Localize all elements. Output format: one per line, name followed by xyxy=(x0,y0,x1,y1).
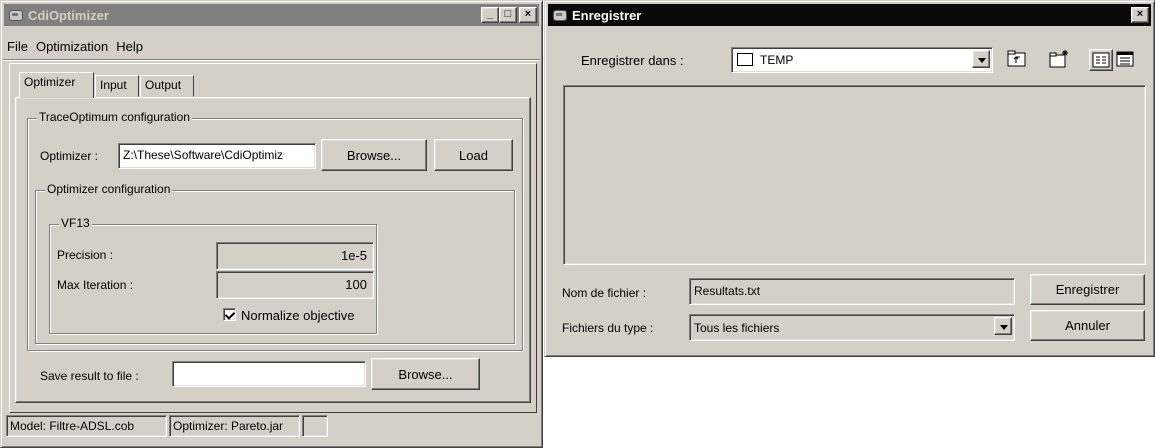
save-result-browse-button[interactable]: Browse... xyxy=(371,358,480,390)
trace-optimum-group-title: TraceOptimum configuration xyxy=(37,110,192,124)
app-icon xyxy=(7,7,24,23)
folder-icon xyxy=(737,53,753,66)
save-in-combo[interactable]: TEMP xyxy=(731,47,993,73)
dialog-title: Enregistrer xyxy=(572,7,642,23)
minimize-button[interactable]: _ xyxy=(481,7,499,23)
normalize-objective-checkbox[interactable] xyxy=(223,308,236,321)
menu-help[interactable]: Help xyxy=(114,39,149,54)
window-title: CdiOptimizer xyxy=(28,7,109,23)
cancel-button[interactable]: Annuler xyxy=(1030,310,1145,341)
new-folder-icon[interactable] xyxy=(1048,49,1072,71)
menu-optimization[interactable]: Optimization xyxy=(34,39,114,54)
save-result-label: Save result to file : xyxy=(40,369,139,383)
normalize-objective-label: Normalize objective xyxy=(241,308,355,323)
app-icon xyxy=(551,7,568,23)
precision-field[interactable]: 1e-5 xyxy=(216,242,374,270)
filetype-dropdown-arrow[interactable] xyxy=(994,317,1012,335)
filetype-combo[interactable]: Tous les fichiers xyxy=(689,314,1015,341)
status-extra xyxy=(302,415,328,437)
filename-field[interactable]: Resultats.txt xyxy=(689,278,1015,305)
vf13-group-title: VF13 xyxy=(59,216,92,230)
max-iteration-field[interactable]: 100 xyxy=(216,271,374,299)
menubar: File Optimization Help xyxy=(5,39,149,54)
status-optimizer: Optimizer: Pareto.jar xyxy=(169,415,300,437)
save-result-field[interactable] xyxy=(172,361,366,387)
status-model: Model: Filtre-ADSL.cob xyxy=(6,415,167,437)
save-button[interactable]: Enregistrer xyxy=(1030,274,1145,305)
up-folder-icon[interactable] xyxy=(1006,49,1030,71)
tab-input[interactable]: Input xyxy=(95,75,139,97)
tab-output[interactable]: Output xyxy=(140,75,194,97)
maximize-button[interactable]: □ xyxy=(499,7,517,23)
enregistrer-titlebar[interactable]: Enregistrer × xyxy=(548,4,1151,26)
optimizer-browse-button[interactable]: Browse... xyxy=(321,139,427,171)
tab-optimizer[interactable]: Optimizer xyxy=(19,72,94,98)
details-view-icon[interactable] xyxy=(1114,49,1138,71)
close-button[interactable]: × xyxy=(519,7,537,23)
save-in-value: TEMP xyxy=(760,53,794,67)
filename-label: Nom de fichier : xyxy=(562,286,647,300)
save-in-dropdown-arrow[interactable] xyxy=(972,50,990,68)
file-list-area[interactable] xyxy=(563,85,1146,265)
dialog-close-button[interactable]: × xyxy=(1131,7,1149,23)
load-button[interactable]: Load xyxy=(434,139,513,171)
enregistrer-dialog: Enregistrer × Enregistrer dans : TEMP No… xyxy=(544,0,1155,357)
list-view-icon[interactable] xyxy=(1089,49,1113,71)
max-iteration-label: Max Iteration : xyxy=(57,278,134,292)
optimizer-config-group-title: Optimizer configuration xyxy=(45,182,173,196)
save-in-label: Enregistrer dans : xyxy=(581,53,684,68)
menu-file[interactable]: File xyxy=(5,39,34,54)
precision-label: Precision : xyxy=(57,248,114,262)
cdioptimizer-titlebar[interactable]: CdiOptimizer _ □ × xyxy=(4,4,539,26)
filetype-value: Tous les fichiers xyxy=(694,321,780,335)
optimizer-path-field[interactable]: Z:\These\Software\CdiOptimiz xyxy=(118,143,316,169)
optimizer-label: Optimizer : xyxy=(40,149,99,163)
filetype-label: Fichiers du type : xyxy=(562,321,654,335)
menubar-divider xyxy=(3,59,540,61)
cdioptimizer-window: CdiOptimizer _ □ × File Optimization Hel… xyxy=(0,0,543,448)
